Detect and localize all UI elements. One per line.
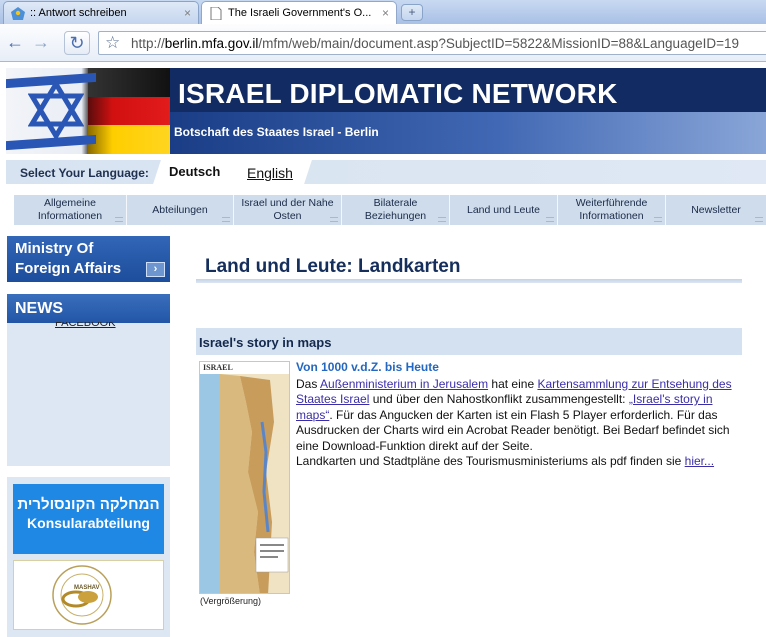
konsular-hebrew: המחלקה הקונסולרית [17,496,160,513]
nav-bilaterale-beziehungen[interactable]: Bilaterale Beziehungen [342,195,450,225]
mashav-label: MASHAV [74,585,100,591]
url-scheme: http:// [131,36,165,51]
forum-favicon-icon [11,7,25,20]
nav-newsletter[interactable]: Newsletter [666,195,766,225]
nav-abteilungen[interactable]: Abteilungen [127,195,234,225]
flag-stripe [88,68,170,97]
israel-germany-flag-image [6,68,170,154]
konsular-german: Konsularabteilung [27,515,150,531]
nav-label: Land und Leute [467,203,540,216]
url-text[interactable]: http://berlin.mfa.gov.il/mfm/web/main/do… [131,36,739,51]
mashav-banner[interactable]: MASHAV [13,560,164,630]
link-hier[interactable]: hier... [685,454,714,468]
language-deutsch[interactable]: Deutsch [169,164,220,179]
mofa-line-1: Ministry Of [15,240,94,257]
site-title: ISRAEL DIPLOMATIC NETWORK [178,78,618,109]
article-text: und über den Nahostkonflikt zusammengest… [369,392,629,406]
article-paragraph: Das Außenministerium in Jerusalem hat ei… [296,377,742,455]
article-text: . Für das Angucken der Karten ist ein Fl… [296,407,730,453]
article-text: Das [296,376,321,391]
nav-weiterfuehrende-informationen[interactable]: Weiterführende Informationen [558,195,666,225]
reload-button[interactable]: ↻ [64,31,90,55]
language-english-link[interactable]: English [247,165,293,181]
nav-israel-nahe-osten[interactable]: Israel und der Nahe Osten [234,195,342,225]
flag-stripe [88,97,170,125]
back-button[interactable]: ← [4,31,26,55]
flag-stripe [88,125,170,154]
nav-label: Allgemeine Informationen [37,197,103,222]
close-tab-icon[interactable]: × [382,6,389,20]
tab-title: The Israeli Government's O... [228,7,372,19]
map-enlarge-caption[interactable]: (Vergrößerung) [200,596,261,606]
nav-allgemeine-informationen[interactable]: Allgemeine Informationen [14,195,127,225]
article-paragraph: Landkarten und Stadtpläne des Tourismusm… [296,454,742,470]
web-page: ISRAEL DIPLOMATIC NETWORK Botschaft des … [0,63,766,637]
site-banner: ISRAEL DIPLOMATIC NETWORK Botschaft des … [6,68,766,154]
section-heading: Israel's story in maps [196,328,742,355]
url-path: /mfm/web/main/document.asp?SubjectID=582… [258,36,739,51]
language-bar: Select Your Language: Deutsch English [6,160,766,184]
nav-land-und-leute[interactable]: Land und Leute [450,195,558,225]
sidebar-banners: המחלקה הקונסולרית Konsularabteilung MASH… [7,477,170,637]
mashav-logo-icon [52,565,112,625]
israel-map-thumbnail[interactable]: ISRAEL [199,361,290,594]
url-domain: berlin.mfa.gov.il [164,36,259,51]
arrow-right-icon[interactable]: › [146,262,165,277]
main-navigation: Allgemeine Informationen Abteilungen Isr… [14,195,766,225]
article-body: Von 1000 v.d.Z. bis Heute Das Außenminis… [296,360,742,470]
nav-label: Weiterführende Informationen [575,197,648,222]
browser-tabstrip: :: Antwort schreiben × The Israeli Gover… [0,0,766,25]
site-subtitle: Botschaft des Staates Israel - Berlin [174,125,379,139]
tab-israeli-government[interactable]: The Israeli Government's O... × [201,1,397,25]
facebook-link[interactable]: FACEBOOK [55,322,116,328]
forward-button[interactable]: → [30,31,52,55]
page-title: Land und Leute: Landkarten [205,256,461,277]
article-title: Von 1000 v.d.Z. bis Heute [296,360,439,374]
konsularabteilung-banner[interactable]: המחלקה הקונסולרית Konsularabteilung [13,484,164,554]
tab-antwort-schreiben[interactable]: :: Antwort schreiben × [3,1,199,24]
browser-toolbar: ← → ↻ ☆ http://berlin.mfa.gov.il/mfm/web… [0,24,766,62]
link-aussenministerium[interactable]: Außenministerium in Jerusalem [320,377,488,391]
site-subtitle-bar: Botschaft des Staates Israel - Berlin [170,112,766,154]
language-label: Select Your Language: [20,166,149,180]
nav-label: Israel und der Nahe Osten [241,197,334,222]
close-tab-icon[interactable]: × [184,6,191,20]
map-label: ISRAEL [203,363,233,372]
page-favicon-icon [210,7,222,20]
nav-label: Abteilungen [152,203,208,216]
news-heading: NEWS [7,294,170,323]
israel-map-image [200,362,289,593]
ministry-foreign-affairs-link[interactable]: Ministry Of Foreign Affairs › [7,236,170,282]
article-text: Landkarten und Stadtpläne des Tourismusm… [296,454,685,468]
bookmark-star-icon[interactable]: ☆ [105,33,120,53]
title-divider [196,279,742,283]
nav-label: Newsletter [691,203,741,216]
new-tab-button[interactable]: + [401,4,423,21]
address-bar[interactable]: ☆ http://berlin.mfa.gov.il/mfm/web/main/… [98,31,766,55]
news-panel: NEWS FACEBOOK [7,294,170,466]
tab-title: :: Antwort schreiben [30,7,127,19]
article-text: hat eine [488,376,538,391]
nav-label: Bilaterale Beziehungen [364,197,427,222]
star-of-david-icon [28,80,84,140]
